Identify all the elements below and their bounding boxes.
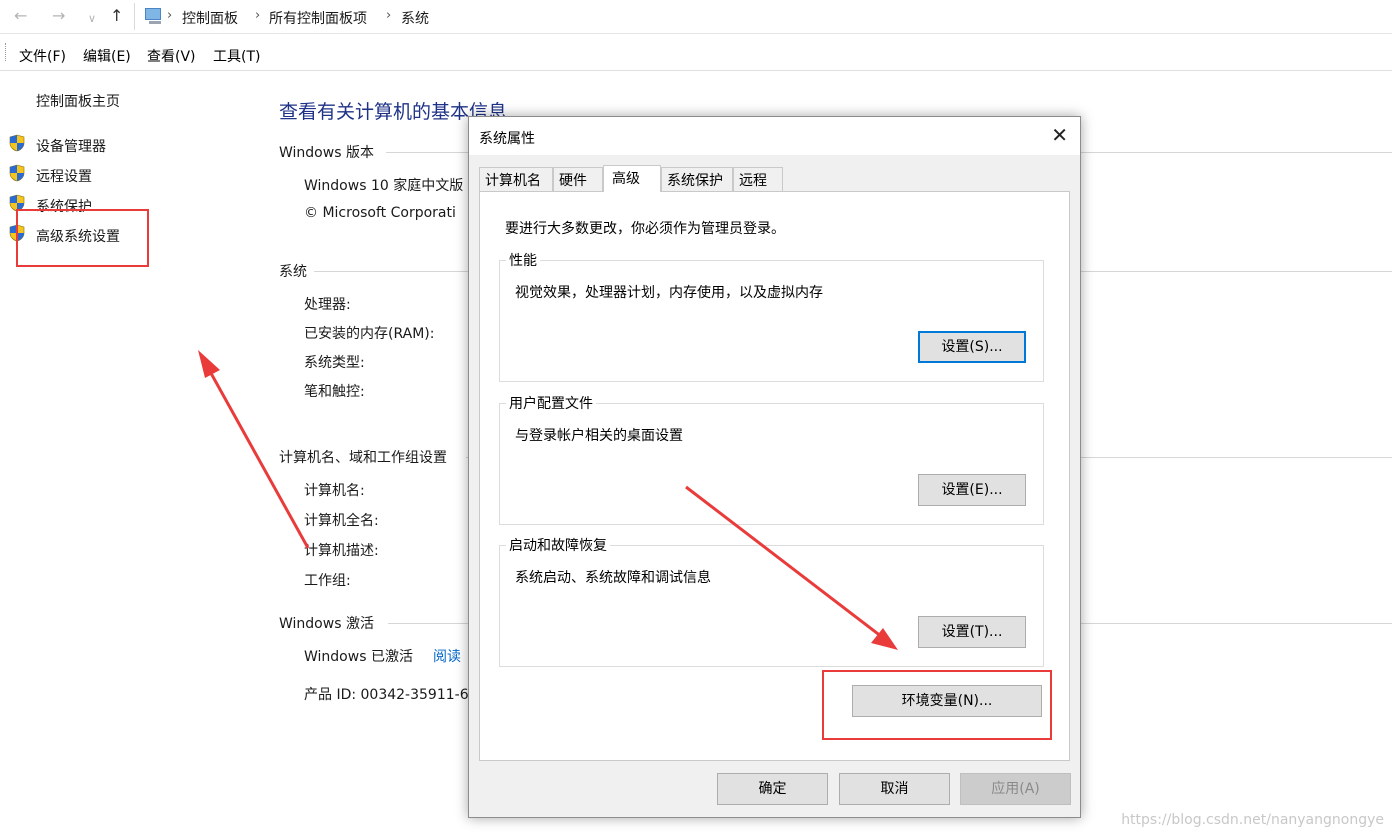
highlight-box-environment-variables <box>822 670 1052 740</box>
user-profiles-group-title: 用户配置文件 <box>506 393 596 413</box>
startup-recovery-description: 系统启动、系统故障和调试信息 <box>515 570 711 586</box>
computer-name-section-title: 计算机名、域和工作组设置 <box>279 450 447 466</box>
performance-settings-button[interactable]: 设置(S)... <box>918 331 1026 363</box>
remote-settings-link[interactable]: 远程设置 <box>36 166 92 186</box>
menu-edit[interactable]: 编辑(E) <box>83 46 131 66</box>
read-license-link[interactable]: 阅读 <box>433 646 461 666</box>
back-arrow-icon[interactable]: ← <box>14 6 27 26</box>
computer-description-label: 计算机描述: <box>304 543 379 559</box>
breadcrumb-all-items[interactable]: 所有控制面板项 <box>269 8 367 28</box>
performance-group-title: 性能 <box>506 250 540 270</box>
activation-section-title: Windows 激活 <box>279 616 374 632</box>
copyright-text: © Microsoft Corporati <box>304 205 456 221</box>
user-profiles-group: 用户配置文件 与登录帐户相关的桌面设置 设置(E)... <box>499 393 1044 525</box>
windows-edition-title: Windows 版本 <box>279 145 374 161</box>
workgroup-label: 工作组: <box>304 573 351 589</box>
apply-button[interactable]: 应用(A) <box>960 773 1071 805</box>
performance-description: 视觉效果，处理器计划，内存使用，以及虚拟内存 <box>515 285 823 301</box>
up-arrow-icon[interactable]: ↑ <box>110 6 123 26</box>
breadcrumb-separator-icon: › <box>167 8 173 23</box>
device-manager-link[interactable]: 设备管理器 <box>36 136 106 156</box>
tab-remote[interactable]: 远程 <box>733 167 783 191</box>
user-profiles-description: 与登录帐户相关的桌面设置 <box>515 428 683 444</box>
menu-view[interactable]: 查看(V) <box>147 46 196 66</box>
uac-shield-icon <box>9 164 25 182</box>
ok-button[interactable]: 确定 <box>717 773 828 805</box>
menu-bar: 文件(F) 编辑(E) 查看(V) 工具(T) <box>0 35 1392 71</box>
menu-grip <box>5 43 7 61</box>
control-panel-home-link[interactable]: 控制面板主页 <box>36 91 120 111</box>
system-type-label: 系统类型: <box>304 355 365 371</box>
highlight-box-advanced-settings <box>16 209 149 267</box>
dialog-title-bar[interactable]: 系统属性 ✕ <box>469 117 1080 155</box>
watermark: https://blog.csdn.net/nanyangnongye <box>1121 812 1384 828</box>
processor-label: 处理器: <box>304 297 351 313</box>
activation-status: Windows 已激活 <box>304 649 413 665</box>
startup-recovery-group-title: 启动和故障恢复 <box>506 535 610 555</box>
startup-recovery-group: 启动和故障恢复 系统启动、系统故障和调试信息 设置(T)... <box>499 535 1044 667</box>
menu-file[interactable]: 文件(F) <box>19 46 66 66</box>
breadcrumb-separator-icon: › <box>386 8 392 23</box>
menu-tools[interactable]: 工具(T) <box>213 46 260 66</box>
dialog-title: 系统属性 <box>479 131 535 147</box>
tab-system-protection[interactable]: 系统保护 <box>661 167 733 191</box>
recent-locations-chevron-icon[interactable]: ∨ <box>88 9 96 29</box>
breadcrumb-separator-icon: › <box>255 8 261 23</box>
tab-hardware[interactable]: 硬件 <box>553 167 603 191</box>
performance-group: 性能 视觉效果，处理器计划，内存使用，以及虚拟内存 设置(S)... <box>499 250 1044 382</box>
tab-advanced[interactable]: 高级 <box>603 165 661 192</box>
control-panel-icon <box>145 8 161 24</box>
product-id: 产品 ID: 00342-35911-6 <box>304 687 469 703</box>
address-bar: ← → ∨ ↑ › 控制面板 › 所有控制面板项 › 系统 <box>0 0 1392 34</box>
breadcrumb-control-panel[interactable]: 控制面板 <box>182 8 238 28</box>
full-computer-name-label: 计算机全名: <box>304 513 379 529</box>
close-icon[interactable]: ✕ <box>1051 125 1068 145</box>
admin-note: 要进行大多数更改，你必须作为管理员登录。 <box>505 221 785 237</box>
system-section-title: 系统 <box>279 264 307 280</box>
tab-computer-name[interactable]: 计算机名 <box>479 167 553 191</box>
startup-recovery-settings-button[interactable]: 设置(T)... <box>918 616 1026 648</box>
forward-arrow-icon[interactable]: → <box>52 6 65 26</box>
ram-label: 已安装的内存(RAM): <box>304 326 435 342</box>
uac-shield-icon <box>9 134 25 152</box>
address-box[interactable]: › 控制面板 › 所有控制面板项 › 系统 <box>134 3 1392 30</box>
user-profiles-settings-button[interactable]: 设置(E)... <box>918 474 1026 506</box>
pen-touch-label: 笔和触控: <box>304 384 365 400</box>
computer-name-label: 计算机名: <box>304 483 365 499</box>
windows-edition-value: Windows 10 家庭中文版 <box>304 178 464 194</box>
cancel-button[interactable]: 取消 <box>839 773 950 805</box>
breadcrumb-system[interactable]: 系统 <box>401 8 429 28</box>
